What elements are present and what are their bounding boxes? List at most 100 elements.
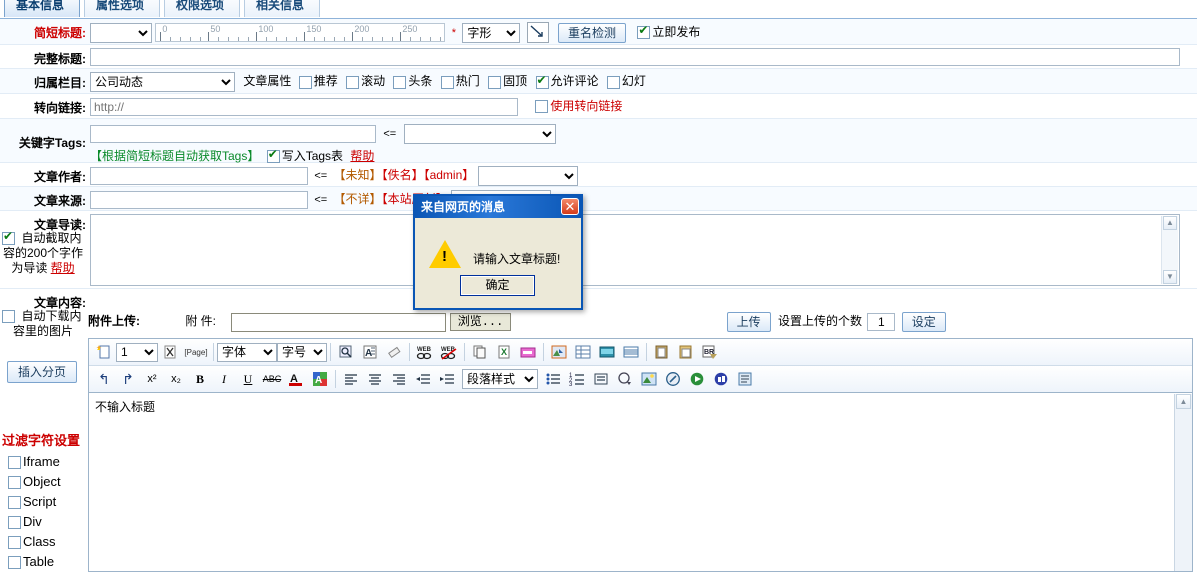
filter-item-table[interactable]: Table	[0, 552, 86, 572]
attr-scroll[interactable]: 滚动	[346, 74, 385, 89]
page-tag-icon[interactable]: [Page]	[183, 342, 209, 363]
bullet-list-icon[interactable]	[542, 369, 564, 390]
image-gallery-icon[interactable]	[638, 369, 660, 390]
filter-table-checkbox[interactable]	[8, 556, 21, 570]
source-code-icon[interactable]	[734, 369, 756, 390]
flash-icon[interactable]	[662, 369, 684, 390]
short-title-select[interactable]	[90, 22, 152, 43]
filter-item-class[interactable]: Class	[0, 532, 86, 552]
emoticon-icon[interactable]	[614, 369, 636, 390]
attr-slide-checkbox[interactable]	[606, 75, 620, 89]
attachment-file-input[interactable]	[231, 312, 447, 332]
browse-button[interactable]: 浏览...	[449, 313, 512, 331]
attr-hot[interactable]: 热门	[440, 74, 480, 89]
auto-download-image-checkbox[interactable]	[2, 310, 15, 324]
insert-grid-icon[interactable]	[620, 342, 642, 363]
scroll-down-arrow-icon[interactable]: ▼	[1163, 270, 1177, 284]
tags-preset-select[interactable]	[403, 124, 556, 144]
filter-script-checkbox[interactable]	[8, 496, 21, 510]
numbered-list-icon[interactable]: 123	[566, 369, 588, 390]
indent-icon[interactable]	[436, 369, 458, 390]
author-select[interactable]	[477, 166, 578, 186]
auto-download-image-toggle[interactable]	[2, 309, 17, 324]
write-tags-checkbox[interactable]	[266, 147, 280, 164]
filter-class-checkbox[interactable]	[8, 536, 21, 550]
editor-content-area[interactable]: 不输入标题	[89, 394, 1192, 571]
insert-table-icon[interactable]	[572, 342, 594, 363]
new-document-icon[interactable]: ✦	[93, 342, 115, 363]
intro-help-link[interactable]: 帮助	[51, 261, 75, 275]
excel-import-icon[interactable]: X	[493, 342, 515, 363]
filter-item-object[interactable]: Object	[0, 472, 86, 492]
source-preset-unknown[interactable]: 【不详】	[334, 192, 382, 206]
paragraph-style-select[interactable]: 段落样式	[462, 369, 538, 389]
subscript-icon[interactable]: x₂	[165, 369, 187, 390]
close-icon[interactable]: ✕	[561, 198, 579, 215]
copy-icon[interactable]	[469, 342, 491, 363]
editor-scrollbar[interactable]: ▲	[1174, 394, 1192, 571]
filter-object-checkbox[interactable]	[8, 476, 21, 490]
align-left-icon[interactable]	[340, 369, 362, 390]
attr-sticky-checkbox[interactable]	[488, 75, 502, 89]
attr-headline[interactable]: 头条	[393, 74, 432, 89]
author-preset-admin[interactable]: 【admin】	[424, 168, 475, 182]
author-preset-anonymous[interactable]: 【佚名】	[382, 168, 424, 182]
tab-related-info[interactable]: 相关信息	[244, 0, 320, 17]
category-select[interactable]: 公司动态	[90, 72, 235, 92]
author-preset-unknown[interactable]: 【未知】	[334, 168, 382, 182]
filter-item-iframe[interactable]: Iframe	[0, 452, 86, 472]
sound-icon[interactable]	[710, 369, 732, 390]
attr-recommend-checkbox[interactable]	[298, 75, 312, 89]
author-input[interactable]	[90, 167, 308, 185]
dialog-ok-button[interactable]: 确定	[460, 275, 535, 296]
font-size-select[interactable]: 字号	[277, 342, 327, 362]
eraser-icon[interactable]	[383, 342, 405, 363]
editor-scroll-up-arrow-icon[interactable]: ▲	[1176, 394, 1191, 409]
font-style-select[interactable]: 字形	[462, 22, 521, 43]
tab-permission-options[interactable]: 权限选项	[164, 0, 240, 17]
strikethrough-icon[interactable]: ABC	[261, 369, 283, 390]
intro-scrollbar[interactable]: ▲ ▼	[1161, 216, 1178, 284]
publish-now-toggle[interactable]: 立即发布	[637, 23, 700, 39]
remove-link-icon[interactable]: WEB	[438, 342, 460, 363]
text-effect-icon[interactable]: A	[359, 342, 381, 363]
use-redirect-checkbox[interactable]	[535, 100, 549, 114]
tab-attribute-options[interactable]: 属性选项	[84, 0, 160, 17]
font-color-icon[interactable]: A	[285, 369, 307, 390]
set-count-button[interactable]: 设定	[901, 312, 946, 332]
filter-item-div[interactable]: Div	[0, 512, 86, 532]
filter-iframe-checkbox[interactable]	[8, 456, 21, 470]
scroll-up-arrow-icon[interactable]: ▲	[1163, 216, 1177, 230]
duplicate-check-button[interactable]: 重名检测	[558, 22, 627, 43]
media-player-icon[interactable]	[686, 369, 708, 390]
blockquote-icon[interactable]	[590, 369, 612, 390]
write-tags-toggle[interactable]: 写入Tags表	[266, 147, 343, 164]
bold-icon[interactable]: B	[189, 369, 211, 390]
superscript-icon[interactable]: x²	[141, 369, 163, 390]
page-number-select[interactable]: 1	[116, 342, 158, 362]
tags-input[interactable]	[90, 125, 376, 143]
auto-intro-toggle[interactable]	[2, 229, 17, 246]
undo-icon[interactable]: ↰	[93, 369, 115, 390]
paste-word-icon[interactable]: BR	[699, 342, 721, 363]
intro-textarea[interactable]: ▲ ▼	[90, 214, 1180, 286]
filter-item-script[interactable]: Script	[0, 492, 86, 512]
publish-now-checkbox[interactable]	[637, 23, 651, 39]
auto-intro-checkbox[interactable]	[2, 229, 15, 246]
attr-sticky[interactable]: 固顶	[488, 74, 527, 89]
attr-headline-checkbox[interactable]	[393, 75, 407, 89]
align-right-icon[interactable]	[388, 369, 410, 390]
insert-media-icon[interactable]	[596, 342, 618, 363]
word-import-icon[interactable]	[517, 342, 539, 363]
use-redirect-toggle[interactable]: 使用转向链接	[535, 99, 622, 114]
redo-icon[interactable]: ↱	[117, 369, 139, 390]
highlight-color-icon[interactable]: A	[309, 369, 331, 390]
diagonal-line-icon[interactable]	[526, 22, 549, 43]
attr-slide[interactable]: 幻灯	[606, 74, 646, 89]
source-input[interactable]	[90, 191, 308, 209]
redirect-input[interactable]	[90, 97, 518, 116]
font-family-select[interactable]: 字体	[217, 342, 277, 362]
outdent-icon[interactable]	[412, 369, 434, 390]
preview-icon[interactable]	[335, 342, 357, 363]
paste-icon[interactable]	[651, 342, 673, 363]
